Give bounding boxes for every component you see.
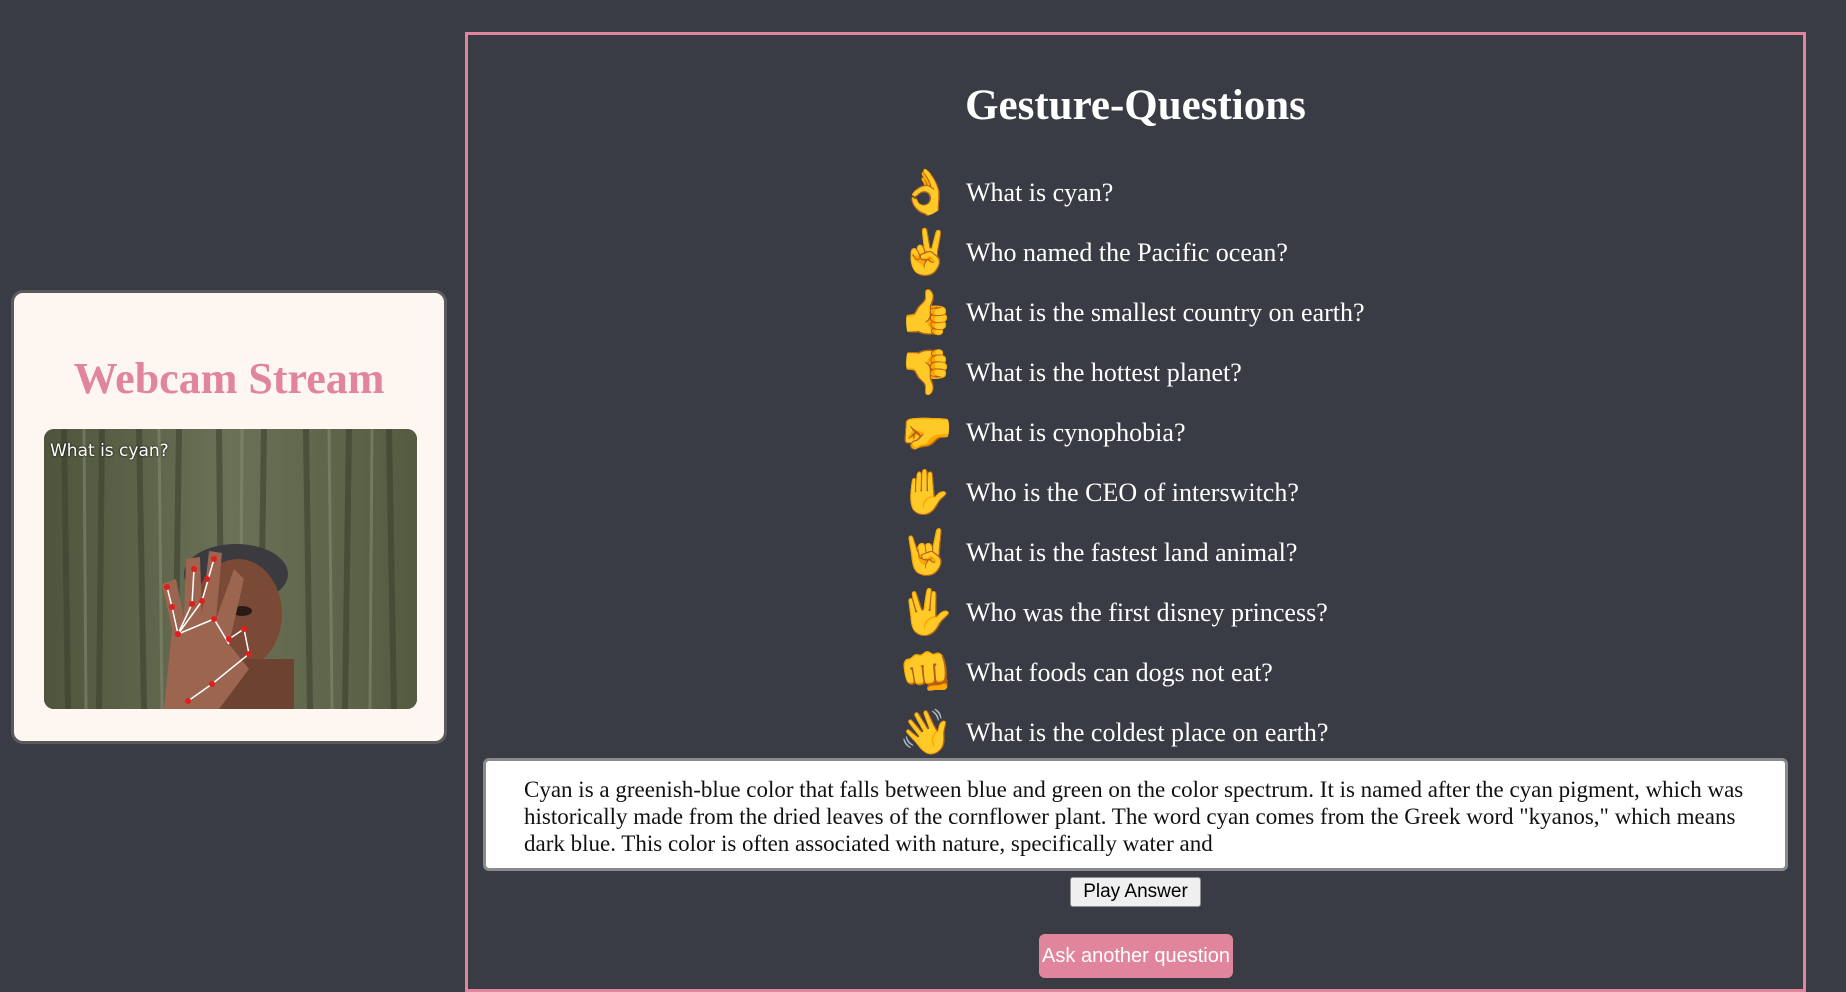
webcam-image	[44, 429, 417, 709]
ask-another-question-button[interactable]: Ask another question	[1039, 934, 1233, 978]
gesture-question: What is the fastest land animal?	[966, 538, 1298, 567]
gesture-question: What is the hottest planet?	[966, 358, 1242, 387]
gesture-question: Who is the CEO of interswitch?	[966, 478, 1299, 507]
oncoming-fist-icon: 👊	[898, 647, 954, 698]
gesture-question: What is cynophobia?	[966, 418, 1186, 447]
play-answer-button[interactable]: Play Answer	[1070, 877, 1201, 907]
gesture-question: What is the coldest place on earth?	[966, 718, 1329, 747]
gesture-item: 🖖 Who was the first disney princess?	[898, 583, 1365, 643]
gesture-question: What foods can dogs not eat?	[966, 658, 1273, 687]
webcam-card: Webcam Stream What is cyan?	[11, 290, 447, 744]
thumbs-down-icon: 👎	[898, 347, 954, 398]
answer-textbox[interactable]: Cyan is a greenish-blue color that falls…	[483, 758, 1788, 871]
ok-hand-icon: 👌	[898, 167, 954, 218]
gesture-list: 👌 What is cyan? ✌ Who named the Pacific …	[898, 163, 1365, 763]
webcam-video: What is cyan?	[44, 429, 417, 709]
webcam-overlay-text: What is cyan?	[50, 441, 169, 461]
victory-hand-icon: ✌	[898, 227, 954, 278]
vulcan-salute-icon: 🖖	[898, 587, 954, 638]
waving-hand-icon: 👋	[898, 707, 954, 758]
gesture-question: What is the smallest country on earth?	[966, 298, 1365, 327]
gesture-item: ✌ Who named the Pacific ocean?	[898, 223, 1365, 283]
gesture-item: 👎 What is the hottest planet?	[898, 343, 1365, 403]
gesture-item: 🤛 What is cynophobia?	[898, 403, 1365, 463]
gesture-item: 👍 What is the smallest country on earth?	[898, 283, 1365, 343]
gesture-item: 🤘 What is the fastest land animal?	[898, 523, 1365, 583]
left-facing-fist-icon: 🤛	[898, 407, 954, 458]
gesture-item: 👊 What foods can dogs not eat?	[898, 643, 1365, 703]
webcam-title: Webcam Stream	[73, 354, 385, 403]
sign-of-horns-icon: 🤘	[898, 527, 954, 578]
page-title: Gesture-Questions	[965, 82, 1306, 129]
gesture-item: 👌 What is cyan?	[898, 163, 1365, 223]
gesture-panel: Gesture-Questions 👌 What is cyan? ✌ Who …	[465, 32, 1806, 992]
thumbs-up-icon: 👍	[898, 287, 954, 338]
gesture-item: 👋 What is the coldest place on earth?	[898, 703, 1365, 763]
gesture-question: What is cyan?	[966, 178, 1114, 207]
gesture-item: ✋ Who is the CEO of interswitch?	[898, 463, 1365, 523]
raised-hand-icon: ✋	[898, 467, 954, 518]
gesture-question: Who was the first disney princess?	[966, 598, 1328, 627]
gesture-question: Who named the Pacific ocean?	[966, 238, 1288, 267]
